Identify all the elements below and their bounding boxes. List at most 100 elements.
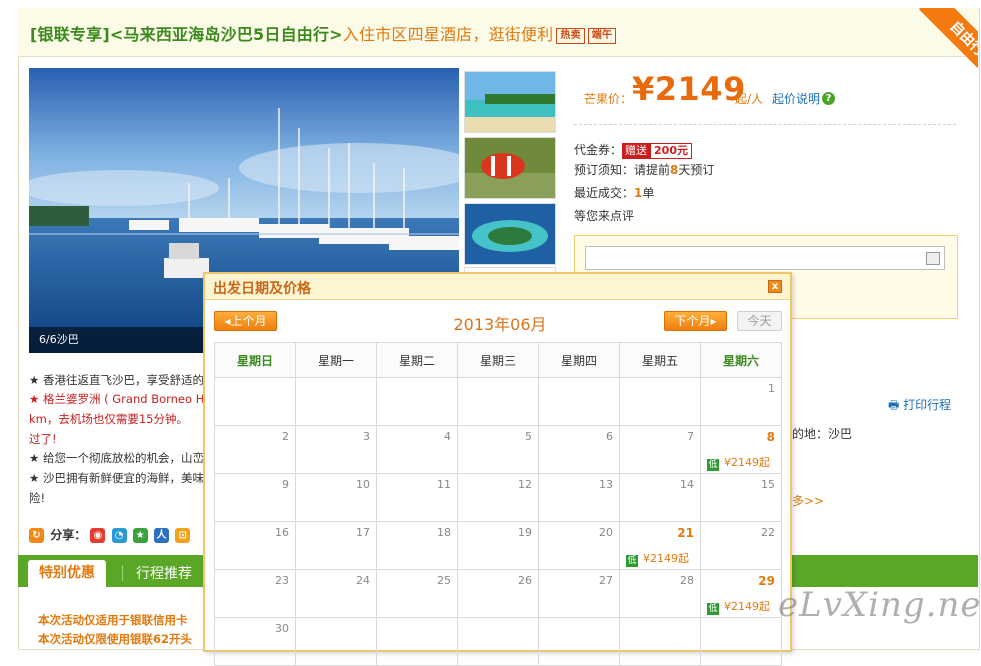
coupon-amount: 200元 <box>650 143 692 159</box>
calendar-empty-cell <box>457 377 539 426</box>
calendar-week-row: 2 3 4 5 6 7 8 低 ¥2149起 <box>214 425 782 474</box>
calendar-empty-cell <box>538 377 620 426</box>
calendar-day-cell: 12 <box>457 473 539 522</box>
calendar-empty-cell <box>538 617 620 666</box>
calendar-day-cell: 28 <box>619 569 701 618</box>
calendar-day-number: 12 <box>518 478 532 491</box>
renren-icon[interactable]: 人 <box>153 528 169 543</box>
qzone-icon[interactable]: ★ <box>132 528 148 543</box>
desc-line-7: 险! <box>29 491 46 505</box>
calendar-day-price[interactable]: 低 ¥2149起 <box>626 550 689 567</box>
calendar-day-number: 27 <box>599 574 613 587</box>
tab-itinerary[interactable]: 行程推荐 <box>136 563 192 583</box>
weekday-header-row: 星期日 星期一 星期二 星期三 星期四 星期五 星期六 <box>214 342 782 378</box>
calendar-month-title: 2013年06月 <box>453 315 547 334</box>
today-button[interactable]: 今天 <box>737 311 782 331</box>
calendar-day-number: 29 <box>758 574 775 588</box>
calendar-day-cell: 20 <box>538 521 620 570</box>
calendar-day-number: 2 <box>282 430 289 443</box>
calendar-empty-cell <box>619 617 701 666</box>
notice-post: 天预订 <box>678 163 715 177</box>
calendar-day-cell: 17 <box>295 521 377 570</box>
calendar-day-cell: 2 <box>214 425 296 474</box>
promo-note-2: 本次活动仅限使用银联62开头 <box>38 632 193 646</box>
price-label: 芒果价： <box>584 92 633 106</box>
free-travel-ribbon: 自由行 <box>900 8 978 86</box>
low-price-badge: 低 <box>707 459 719 471</box>
calendar-day-number: 22 <box>761 526 775 539</box>
thumbnail-3[interactable] <box>464 203 556 265</box>
help-icon[interactable]: ? <box>822 92 835 105</box>
tab-divider <box>122 565 123 581</box>
calendar-day-cell[interactable]: 29 低 ¥2149起 <box>700 569 782 618</box>
tab-special-offer[interactable]: 特别优惠 <box>28 560 106 587</box>
calendar-empty-cell <box>295 377 377 426</box>
coupon-row: 代金券： 赠送 200元 <box>574 141 692 159</box>
weekday-monday: 星期一 <box>295 342 377 378</box>
calendar-day-number: 10 <box>356 478 370 491</box>
print-itinerary-link[interactable]: 🖶 打印行程 <box>888 396 951 417</box>
print-label: 打印行程 <box>903 398 952 412</box>
calendar-week-row: 23 24 25 26 27 28 29 低 ¥2149起 <box>214 569 782 618</box>
weekday-saturday: 星期六 <box>700 342 782 378</box>
calendar-day-cell: 3 <box>295 425 377 474</box>
calendar-day-cell: 5 <box>457 425 539 474</box>
price-unit: 起/人 <box>735 92 764 106</box>
calendar-day-cell: 7 <box>619 425 701 474</box>
desc-line-2[interactable]: ★ 格兰婆罗洲 ( Grand Borneo H <box>29 391 204 407</box>
departure-date-input[interactable] <box>585 246 945 270</box>
destination-text: 的地：沙巴 <box>792 427 853 441</box>
close-icon[interactable]: x <box>768 280 782 293</box>
price-explanation-link[interactable]: 起价说明 <box>772 90 820 107</box>
calendar-day-cell[interactable]: 21 低 ¥2149起 <box>619 521 701 570</box>
weekday-sunday: 星期日 <box>214 342 296 378</box>
weekday-wednesday: 星期三 <box>457 342 539 378</box>
low-price-badge: 低 <box>626 555 638 567</box>
notice-pre: 请提前 <box>634 163 671 177</box>
calendar-empty-cell <box>376 377 458 426</box>
desc-line-1: ★ 香港往返直飞沙巴，享受舒适的 <box>29 373 204 387</box>
calendar-day-number: 14 <box>680 478 694 491</box>
product-title-sub: 入住市区四星酒店，逛街便利 <box>342 25 554 44</box>
calendar-icon[interactable] <box>926 252 940 265</box>
calendar-day-number: 11 <box>437 478 451 491</box>
divider <box>574 124 956 125</box>
calendar-day-cell: 13 <box>538 473 620 522</box>
desc-line-6: ★ 沙巴拥有新鲜便宜的海鲜，美味 <box>29 471 204 485</box>
calendar-day-price[interactable]: 低 ¥2149起 <box>707 454 770 471</box>
calendar-day-cell: 27 <box>538 569 620 618</box>
prev-month-button[interactable]: ◂上个月 <box>214 311 277 331</box>
weibo-icon[interactable]: ◉ <box>90 528 106 543</box>
thumbnail-2[interactable] <box>464 137 556 199</box>
calendar-day-number: 3 <box>363 430 370 443</box>
thumbnail-1[interactable] <box>464 71 556 133</box>
calendar-empty-cell <box>295 617 377 666</box>
tencent-weibo-icon[interactable]: ◔ <box>111 528 127 543</box>
calendar-day-number: 20 <box>599 526 613 539</box>
recent-unit: 单 <box>642 186 655 200</box>
calendar-day-cell: 9 <box>214 473 296 522</box>
site-watermark: eLvXing.net <box>778 585 981 625</box>
calendar-day-number: 18 <box>437 526 451 539</box>
next-month-button[interactable]: 下个月▸ <box>664 311 727 331</box>
calendar-day-number: 13 <box>599 478 613 491</box>
calendar-day-number: 7 <box>687 430 694 443</box>
calendar-day-cell: 6 <box>538 425 620 474</box>
calendar-day-number: 6 <box>606 430 613 443</box>
calendar-day-number: 26 <box>518 574 532 587</box>
promo-note-1: 本次活动仅适用于银联信用卡 <box>38 613 188 627</box>
more-link[interactable]: 多>> <box>792 492 824 509</box>
calendar-empty-cell <box>457 617 539 666</box>
calendar-day-price[interactable]: 低 ¥2149起 <box>707 598 770 615</box>
weekday-thursday: 星期四 <box>538 342 620 378</box>
calendar-price-text: ¥2149起 <box>724 600 770 613</box>
desc-line-4: 过了! <box>29 432 57 446</box>
calendar-day-cell: 19 <box>457 521 539 570</box>
calendar-day-cell: 18 <box>376 521 458 570</box>
more-share-icon[interactable]: ⊡ <box>175 528 191 543</box>
calendar-day-cell: 14 <box>619 473 701 522</box>
calendar-day-cell[interactable]: 8 低 ¥2149起 <box>700 425 782 474</box>
calendar-week-row: 16 17 18 19 20 21 低 ¥2149起 22 <box>214 521 782 570</box>
calendar-empty-cell <box>619 377 701 426</box>
calendar-day-cell: 11 <box>376 473 458 522</box>
